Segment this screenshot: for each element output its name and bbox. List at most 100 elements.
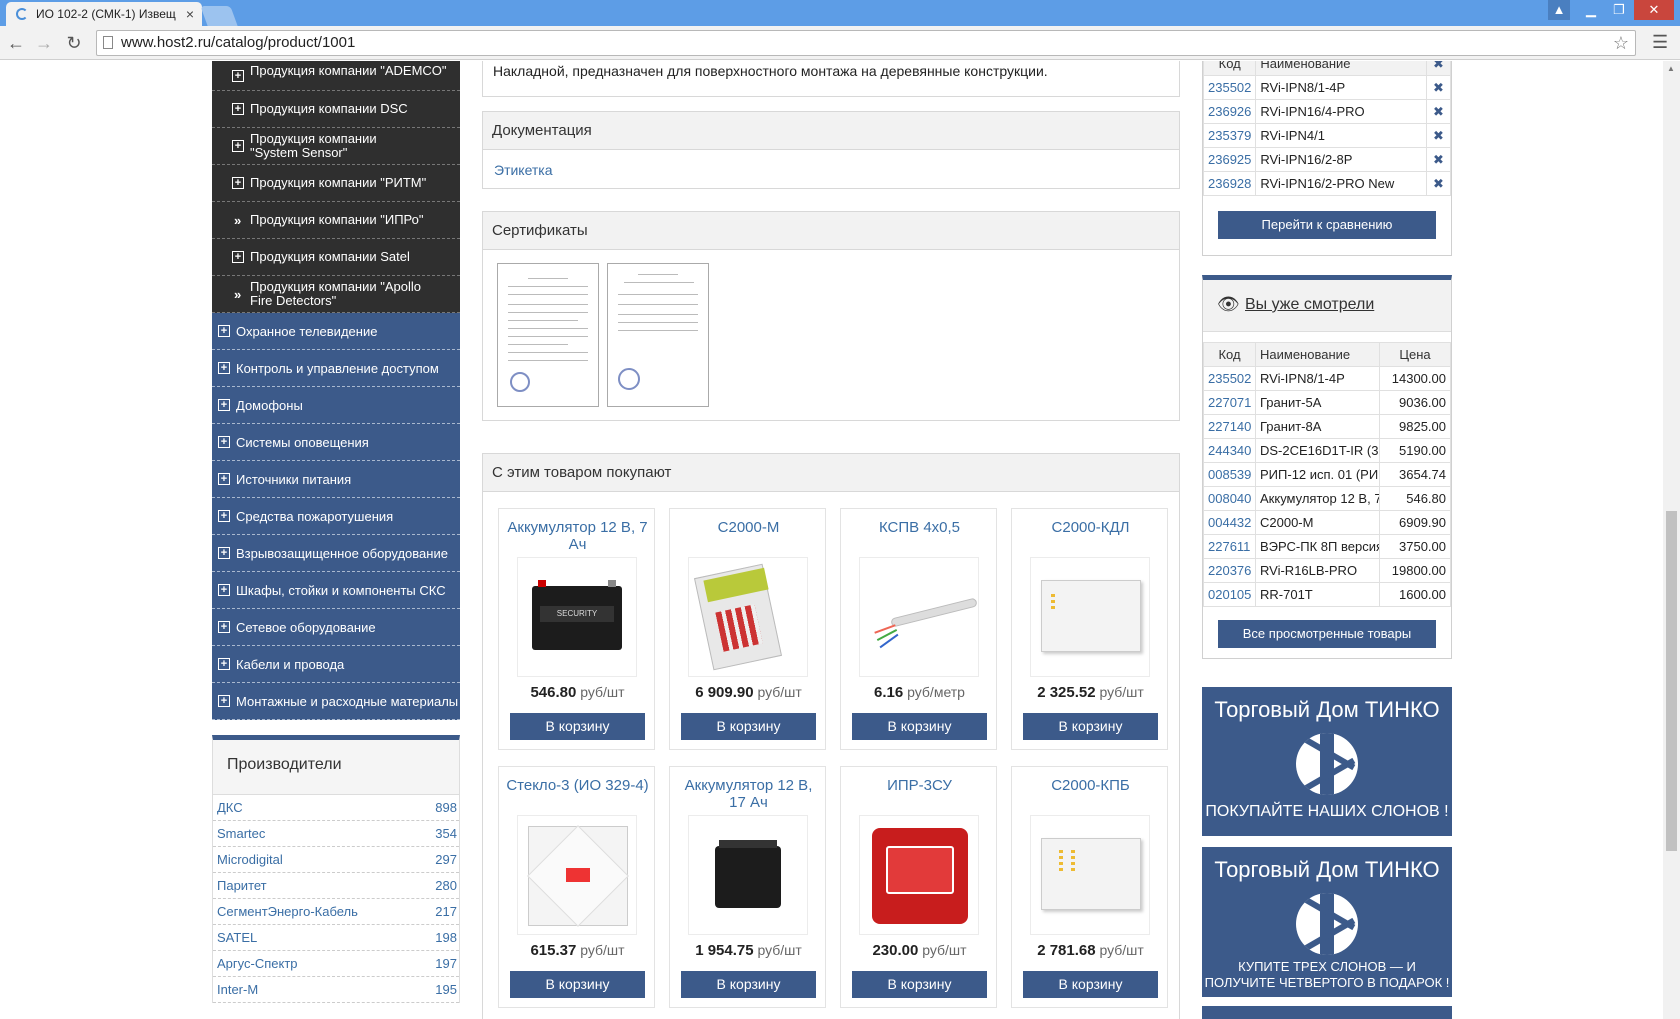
remove-icon[interactable]: ✖ bbox=[1426, 75, 1451, 100]
remove-icon[interactable]: ✖ bbox=[1426, 123, 1451, 148]
category-item[interactable]: + Сетевое оборудование bbox=[212, 609, 460, 646]
category-item[interactable]: + Домофоны bbox=[212, 387, 460, 424]
menu-icon[interactable]: ☰ bbox=[1652, 32, 1668, 53]
product-name-link[interactable]: Аккумулятор 12 В, 17 Ач bbox=[676, 777, 821, 811]
remove-all-icon[interactable]: ✖ bbox=[1426, 61, 1451, 76]
product-name-link[interactable]: КСПВ 4х0,5 bbox=[847, 519, 992, 536]
product-code-link[interactable]: 008040 bbox=[1208, 491, 1251, 506]
manufacturer-row[interactable]: Аргус-Спектр 197 bbox=[213, 951, 459, 977]
manufacturer-row[interactable]: СегментЭнерго-Кабель 217 bbox=[213, 899, 459, 925]
product-code-link[interactable]: 220376 bbox=[1208, 563, 1251, 578]
bookmark-star-icon[interactable]: ☆ bbox=[1613, 31, 1629, 55]
plus-icon[interactable]: + bbox=[218, 362, 230, 374]
keypad-image[interactable] bbox=[688, 557, 808, 677]
manufacturer-link[interactable]: Паритет bbox=[217, 878, 267, 893]
category-item[interactable]: + Продукция компании "РИТМ" bbox=[212, 165, 460, 202]
browser-tab[interactable]: ИО 102-2 (СМК-1) Извещ × bbox=[6, 2, 202, 26]
category-item[interactable]: + Источники питания bbox=[212, 461, 460, 498]
manufacturer-link[interactable]: Smartec bbox=[217, 826, 265, 841]
minimize-icon[interactable]: ▁ bbox=[1578, 0, 1604, 20]
category-item[interactable]: + Продукция компании "System Sensor" bbox=[212, 128, 460, 165]
product-code-link[interactable]: 244340 bbox=[1208, 443, 1251, 458]
product-code-link[interactable]: 235502 bbox=[1208, 371, 1251, 386]
product-code-link[interactable]: 236926 bbox=[1208, 104, 1251, 119]
add-to-cart-button[interactable]: В корзину bbox=[681, 713, 816, 740]
add-to-cart-button[interactable]: В корзину bbox=[1023, 971, 1158, 998]
plus-icon[interactable]: + bbox=[218, 695, 230, 707]
remove-icon[interactable]: ✖ bbox=[1426, 171, 1451, 196]
plus-icon[interactable]: + bbox=[232, 140, 244, 152]
forward-icon[interactable]: → bbox=[33, 32, 55, 54]
plus-icon[interactable]: + bbox=[232, 251, 244, 263]
category-item[interactable]: + Контроль и управление доступом bbox=[212, 350, 460, 387]
manufacturer-link[interactable]: СегментЭнерго-Кабель bbox=[217, 904, 358, 919]
promo-banner[interactable] bbox=[1202, 1006, 1452, 1019]
product-code-link[interactable]: 227071 bbox=[1208, 395, 1251, 410]
manufacturer-link[interactable]: Microdigital bbox=[217, 852, 283, 867]
scrollbar-thumb[interactable] bbox=[1666, 511, 1677, 851]
address-bar[interactable]: www.host2.ru/catalog/product/1001 ☆ bbox=[96, 30, 1636, 56]
add-to-cart-button[interactable]: В корзину bbox=[510, 971, 645, 998]
category-item[interactable]: + Продукция компании "ADEMCO" bbox=[212, 61, 460, 91]
label-doc-link[interactable]: Этикетка bbox=[494, 162, 553, 178]
product-name-link[interactable]: ИПР-3СУ bbox=[847, 777, 992, 794]
manufacturer-link[interactable]: Аргус-Спектр bbox=[217, 956, 298, 971]
manufacturer-row[interactable]: SATEL 198 bbox=[213, 925, 459, 951]
category-item[interactable]: » Продукция компании "ИПРо" bbox=[212, 202, 460, 239]
category-item[interactable]: + Взрывозащищенное оборудование bbox=[212, 535, 460, 572]
reload-icon[interactable]: ↻ bbox=[63, 32, 85, 54]
category-item[interactable]: + Средства пожаротушения bbox=[212, 498, 460, 535]
category-item[interactable]: + Монтажные и расходные материалы bbox=[212, 683, 460, 720]
manufacturer-row[interactable]: Inter-M 195 bbox=[213, 977, 459, 1003]
user-icon[interactable]: ▲ bbox=[1548, 0, 1570, 20]
plus-icon[interactable]: + bbox=[218, 436, 230, 448]
all-viewed-button[interactable]: Все просмотренные товары bbox=[1218, 620, 1436, 648]
product-name-link[interactable]: Аккумулятор 12 В, 7 Ач bbox=[505, 519, 650, 553]
category-item[interactable]: + Шкафы, стойки и компоненты СКС bbox=[212, 572, 460, 609]
module-image[interactable] bbox=[1030, 557, 1150, 677]
product-name-link[interactable]: С2000-КДЛ bbox=[1018, 519, 1163, 536]
remove-icon[interactable]: ✖ bbox=[1426, 147, 1451, 172]
scrollbar[interactable]: ▲ bbox=[1663, 61, 1680, 1019]
product-code-link[interactable]: 235379 bbox=[1208, 128, 1251, 143]
url-text[interactable]: www.host2.ru/catalog/product/1001 bbox=[121, 31, 355, 55]
certificate-thumbnail[interactable] bbox=[607, 263, 709, 407]
category-item[interactable]: + Кабели и провода bbox=[212, 646, 460, 683]
battery-image[interactable] bbox=[688, 815, 808, 935]
add-to-cart-button[interactable]: В корзину bbox=[510, 713, 645, 740]
plus-icon[interactable]: + bbox=[218, 621, 230, 633]
restore-icon[interactable]: ❐ bbox=[1606, 0, 1632, 20]
close-tab-icon[interactable]: × bbox=[186, 2, 194, 26]
product-name-link[interactable]: С2000-М bbox=[676, 519, 821, 536]
promo-banner[interactable]: Торговый Дом ТИНКО ПОКУПАЙТЕ НАШИХ СЛОНО… bbox=[1202, 687, 1452, 836]
manufacturer-row[interactable]: Паритет 280 bbox=[213, 873, 459, 899]
cable-image[interactable] bbox=[859, 557, 979, 677]
add-to-cart-button[interactable]: В корзину bbox=[852, 971, 987, 998]
add-to-cart-button[interactable]: В корзину bbox=[1023, 713, 1158, 740]
plus-icon[interactable]: + bbox=[218, 547, 230, 559]
product-code-link[interactable]: 235502 bbox=[1208, 80, 1251, 95]
manufacturer-row[interactable]: ДКС 898 bbox=[213, 795, 459, 821]
plus-icon[interactable]: + bbox=[218, 325, 230, 337]
close-window-icon[interactable]: ✕ bbox=[1634, 0, 1674, 20]
plus-icon[interactable]: + bbox=[232, 70, 244, 82]
manufacturer-link[interactable]: Inter-M bbox=[217, 982, 258, 997]
manufacturer-row[interactable]: Smartec 354 bbox=[213, 821, 459, 847]
product-code-link[interactable]: 008539 bbox=[1208, 467, 1251, 482]
category-item[interactable]: + Охранное телевидение bbox=[212, 313, 460, 350]
back-icon[interactable]: ← bbox=[5, 32, 27, 54]
manufacturer-link[interactable]: ДКС bbox=[217, 800, 243, 815]
category-item[interactable]: + Продукция компании DSC bbox=[212, 91, 460, 128]
manufacturer-row[interactable]: Microdigital 297 bbox=[213, 847, 459, 873]
product-name-link[interactable]: Стекло-3 (ИО 329-4) bbox=[505, 777, 650, 794]
add-to-cart-button[interactable]: В корзину bbox=[681, 971, 816, 998]
glass-breaker-image[interactable] bbox=[517, 815, 637, 935]
product-code-link[interactable]: 236925 bbox=[1208, 152, 1251, 167]
module-image[interactable] bbox=[1030, 815, 1150, 935]
battery-image[interactable]: SECURITY bbox=[517, 557, 637, 677]
plus-icon[interactable]: + bbox=[218, 658, 230, 670]
plus-icon[interactable]: + bbox=[232, 177, 244, 189]
category-item[interactable]: + Продукция компании Satel bbox=[212, 239, 460, 276]
product-code-link[interactable]: 236928 bbox=[1208, 176, 1251, 191]
product-code-link[interactable]: 020105 bbox=[1208, 587, 1251, 602]
